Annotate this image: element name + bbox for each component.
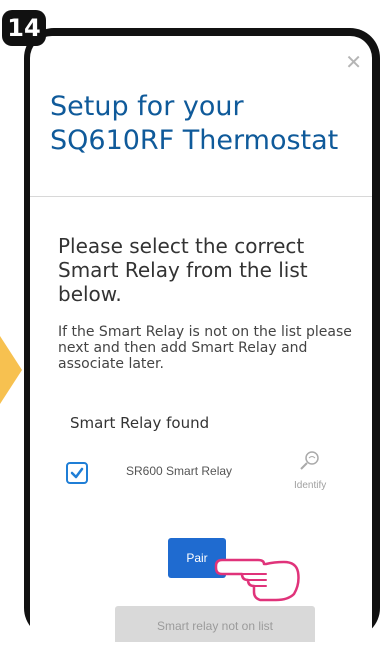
step-arrow <box>0 336 22 404</box>
instruction-text: Please select the correct Smart Relay fr… <box>58 234 308 306</box>
page-title: Setup for your SQ610RF Thermostat <box>50 90 370 158</box>
step-number-badge: 14 <box>2 10 46 46</box>
relay-name: SR600 Smart Relay <box>126 464 233 478</box>
identify-magnifier-icon[interactable] <box>298 450 322 470</box>
setup-screen: ✕ Setup for your SQ610RF Thermostat Plea… <box>30 36 372 642</box>
close-icon[interactable]: ✕ <box>345 50 362 74</box>
relay-checkbox[interactable] <box>66 462 88 484</box>
identify-label[interactable]: Identify <box>294 480 326 491</box>
title-line-2: SQ610RF Thermostat <box>50 125 339 156</box>
smart-relay-not-on-list-button[interactable]: Smart relay not on list <box>115 606 315 642</box>
pointing-hand-icon <box>214 558 300 602</box>
smart-relay-found-label: Smart Relay found <box>70 414 210 432</box>
note-text: If the Smart Relay is not on the list pl… <box>58 324 352 372</box>
divider <box>30 196 372 197</box>
title-line-1: Setup for your <box>50 91 244 122</box>
checkmark-icon <box>70 467 84 479</box>
